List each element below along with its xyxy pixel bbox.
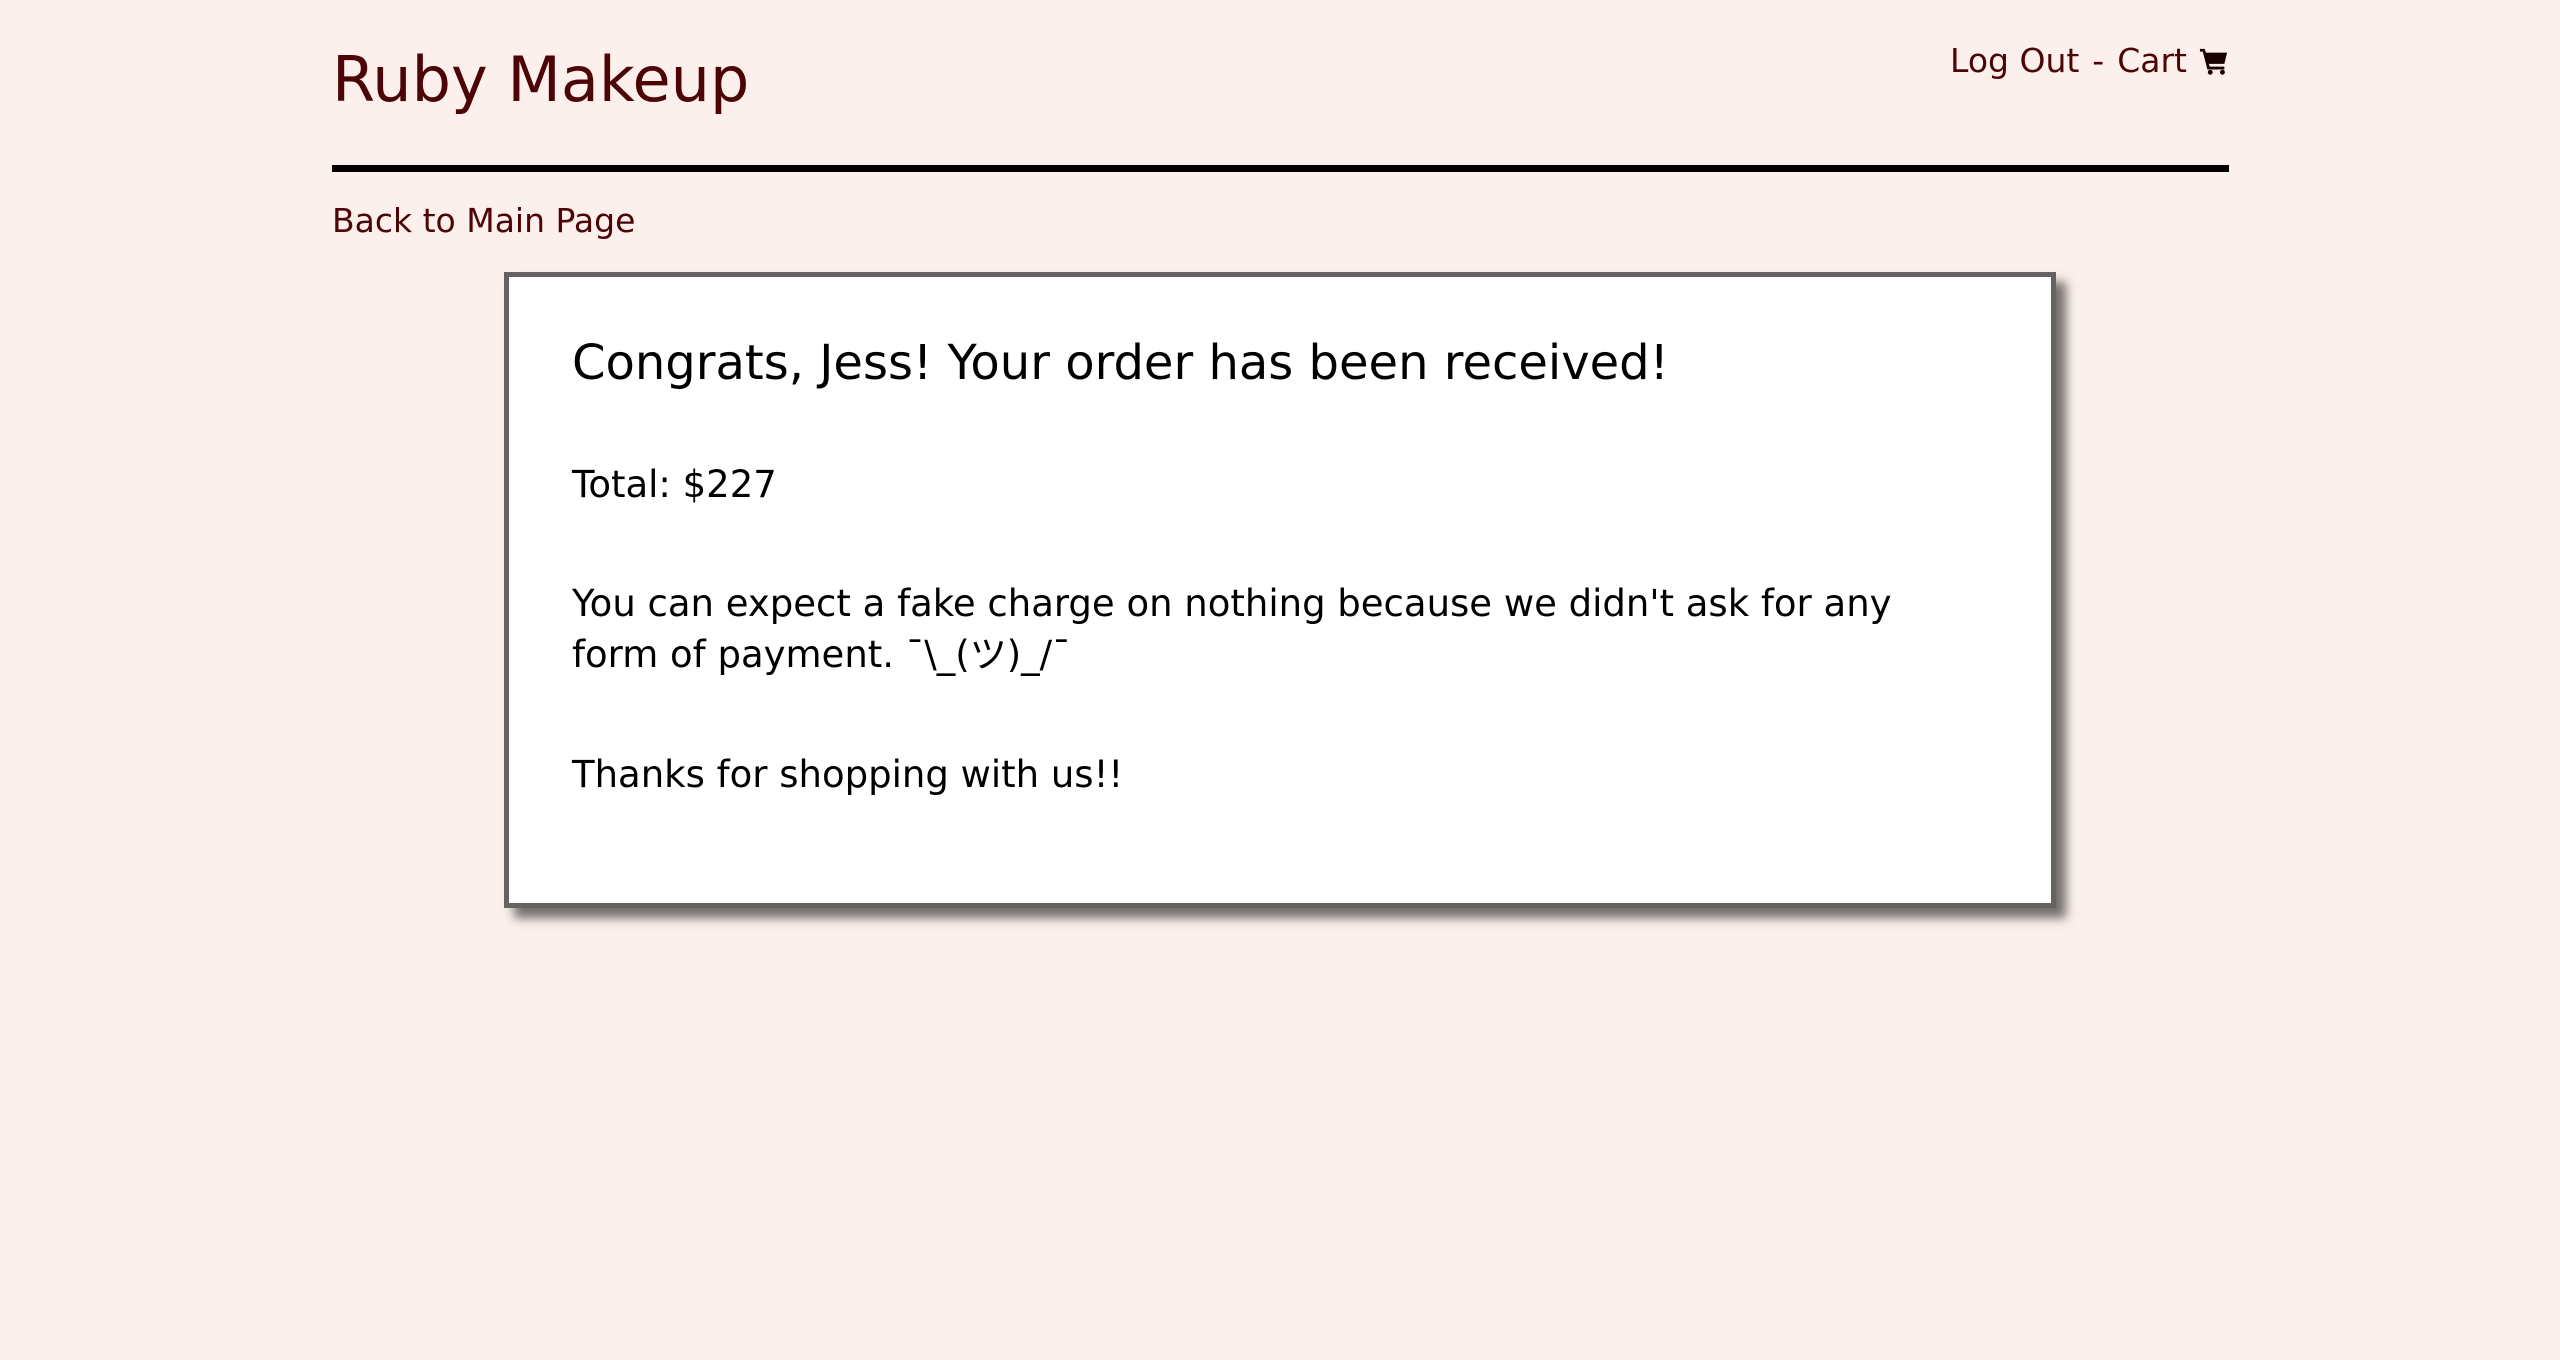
nav-separator: - xyxy=(2092,41,2105,80)
page: Ruby Makeup Log Out - Cart Back to Main … xyxy=(0,0,2560,1360)
confirmation-heading: Congrats, Jess! Your order has been rece… xyxy=(572,335,1669,391)
order-confirmation-card: Congrats, Jess! Your order has been rece… xyxy=(504,272,2056,908)
user-nav: Log Out - Cart xyxy=(1950,38,2229,84)
thanks-message: Thanks for shopping with us!! xyxy=(572,753,1124,796)
site-header: Ruby Makeup Log Out - Cart xyxy=(332,0,2229,172)
cart-label: Cart xyxy=(2117,41,2187,80)
order-total: Total: $227 xyxy=(572,463,777,506)
back-to-main-link[interactable]: Back to Main Page xyxy=(332,198,635,244)
cart-link[interactable]: Cart xyxy=(2117,38,2229,84)
site-title: Ruby Makeup xyxy=(332,43,750,116)
logout-link[interactable]: Log Out xyxy=(1950,38,2079,84)
shopping-cart-icon xyxy=(2199,48,2228,75)
payment-note: You can expect a fake charge on nothing … xyxy=(572,582,1892,676)
